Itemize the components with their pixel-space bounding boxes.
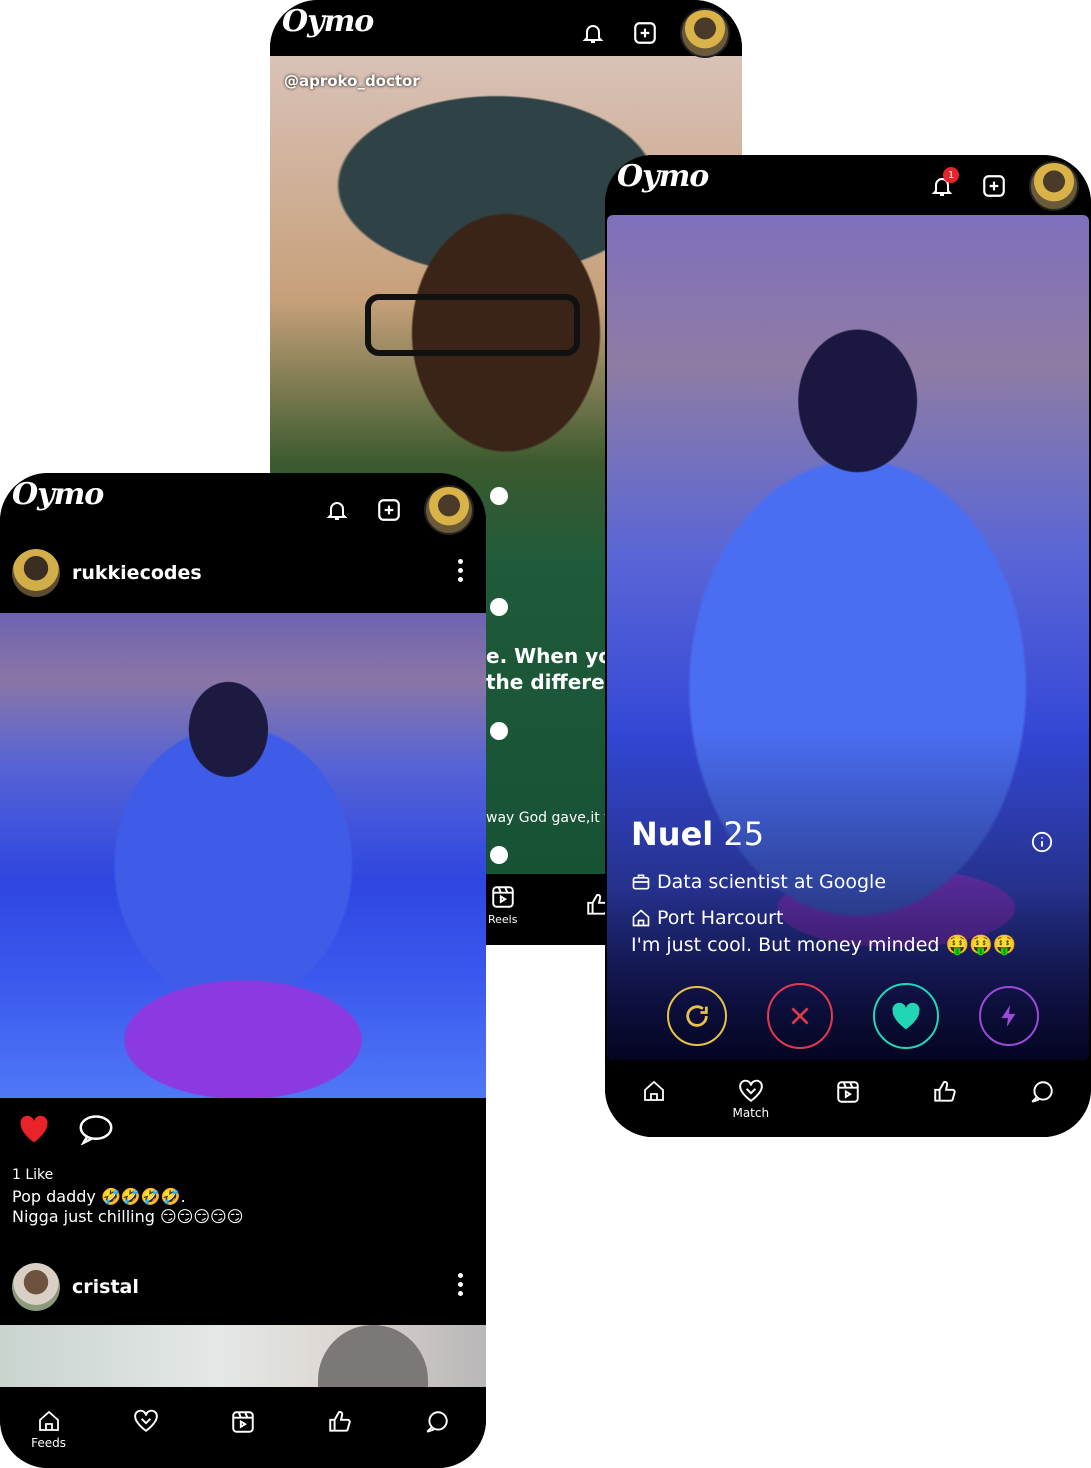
- nav-likes[interactable]: [915, 1079, 975, 1105]
- nav-reels-label: Reels: [488, 913, 518, 926]
- reel-caption-line1: e. When yo: [486, 644, 612, 668]
- match-header: Oymo 1: [605, 155, 1091, 211]
- nav-match[interactable]: [116, 1409, 176, 1433]
- reel-dot: [490, 598, 508, 616]
- profile-job-text: Data scientist at Google: [657, 871, 887, 893]
- chat-icon: [426, 1411, 449, 1433]
- chat-icon: [1031, 1081, 1054, 1103]
- profile-avatar[interactable]: [424, 485, 474, 535]
- notification-badge: 1: [943, 167, 959, 183]
- thumbs-up-icon: [329, 1411, 351, 1432]
- post-header: cristal: [0, 1249, 486, 1325]
- reel-username[interactable]: @aproko_doctor: [284, 72, 420, 90]
- feed-header: Oymo: [0, 473, 486, 535]
- add-post-icon[interactable]: [372, 493, 406, 527]
- home-icon: [38, 1410, 59, 1431]
- bell-icon[interactable]: [576, 16, 610, 50]
- reel-dot: [490, 722, 508, 740]
- home-icon: [632, 909, 650, 927]
- heart-icon: [892, 1002, 920, 1030]
- nav-chat[interactable]: [407, 1409, 467, 1435]
- nav-feeds-label: Feeds: [31, 1436, 67, 1450]
- match-phone: Oymo 1 Nuel 25 Data scientist at Google …: [605, 155, 1091, 1137]
- profile-name: Nuel: [631, 815, 714, 853]
- nav-feeds[interactable]: [624, 1079, 684, 1103]
- comment-icon[interactable]: [78, 1113, 114, 1149]
- like-button[interactable]: [873, 983, 939, 1049]
- post-photo[interactable]: [0, 1325, 486, 1387]
- reel-caption-line2: the differer: [486, 670, 615, 694]
- info-icon[interactable]: [1031, 831, 1053, 857]
- reels-icon: [837, 1081, 859, 1103]
- bell-icon[interactable]: [320, 493, 354, 527]
- nav-feeds[interactable]: Feeds: [19, 1409, 79, 1450]
- profile-avatar[interactable]: [680, 8, 730, 58]
- post-caption-line2: Nigga just chilling 😏😏😏😏😏: [12, 1207, 244, 1226]
- heart-icon[interactable]: [18, 1114, 50, 1148]
- reels-icon: [232, 1411, 254, 1433]
- post-actions: [18, 1113, 114, 1149]
- nav-reels[interactable]: [213, 1409, 273, 1435]
- reels-header: Oymo: [270, 0, 742, 58]
- refresh-icon: [686, 1005, 708, 1027]
- post-caption-line1: Pop daddy 🤣🤣🤣🤣.: [12, 1187, 186, 1206]
- add-post-icon[interactable]: [977, 169, 1011, 203]
- nav-reels[interactable]: Reels: [488, 884, 517, 926]
- match-action-buttons: [667, 983, 1039, 1049]
- match-heart-icon: [133, 1409, 158, 1432]
- more-options-icon[interactable]: [458, 559, 464, 586]
- add-post-icon[interactable]: [628, 16, 662, 50]
- reels-icon: [492, 886, 514, 908]
- profile-avatar[interactable]: [1029, 161, 1079, 211]
- reel-caption-line3: way God gave,it t: [486, 810, 610, 826]
- match-heart-icon: [738, 1079, 763, 1102]
- nav-match[interactable]: Match: [721, 1079, 781, 1120]
- profile-age: 25: [723, 815, 765, 853]
- post-author-name[interactable]: cristal: [72, 1276, 139, 1298]
- like-count: 1 Like: [12, 1167, 54, 1183]
- post-author-name[interactable]: rukkiecodes: [72, 562, 202, 584]
- profile-job: Data scientist at Google: [631, 871, 886, 893]
- profile-location-text: Port Harcourt: [657, 907, 784, 929]
- home-icon: [643, 1080, 664, 1101]
- boost-button[interactable]: [979, 986, 1039, 1046]
- bell-icon[interactable]: 1: [925, 167, 959, 203]
- profile-location: Port Harcourt: [631, 907, 783, 929]
- nav-chat[interactable]: [1012, 1079, 1072, 1105]
- profile-bio: I'm just cool. But money minded 🤑🤑🤑: [631, 934, 1017, 956]
- feed-bottom-nav: Feeds: [0, 1387, 486, 1468]
- reel-dot: [490, 846, 508, 864]
- nav-likes[interactable]: [310, 1409, 370, 1435]
- post-author-avatar[interactable]: [12, 1263, 60, 1311]
- nav-match-label: Match: [732, 1106, 770, 1120]
- profile-name-age: Nuel 25: [631, 815, 764, 853]
- post-photo[interactable]: [0, 613, 486, 1098]
- match-bottom-nav: Match: [605, 1065, 1091, 1137]
- app-logo: Oymo: [282, 4, 374, 39]
- nope-button[interactable]: [767, 983, 833, 1049]
- feed-phone: Oymo rukkiecodes 1 Like Pop daddy 🤣🤣🤣🤣. …: [0, 473, 486, 1468]
- post-author-avatar[interactable]: [12, 549, 60, 597]
- reel-dot: [490, 487, 508, 505]
- app-logo: Oymo: [617, 159, 709, 194]
- app-logo: Oymo: [12, 477, 104, 512]
- briefcase-icon: [632, 874, 650, 890]
- video-glasses-detail: [365, 294, 580, 356]
- close-icon: [791, 1007, 809, 1025]
- lightning-icon: [1001, 1005, 1016, 1027]
- thumbs-up-icon: [934, 1081, 956, 1102]
- rewind-button[interactable]: [667, 986, 727, 1046]
- more-options-icon[interactable]: [458, 1273, 464, 1300]
- nav-reels[interactable]: [818, 1079, 878, 1105]
- post-header: rukkiecodes: [0, 535, 486, 611]
